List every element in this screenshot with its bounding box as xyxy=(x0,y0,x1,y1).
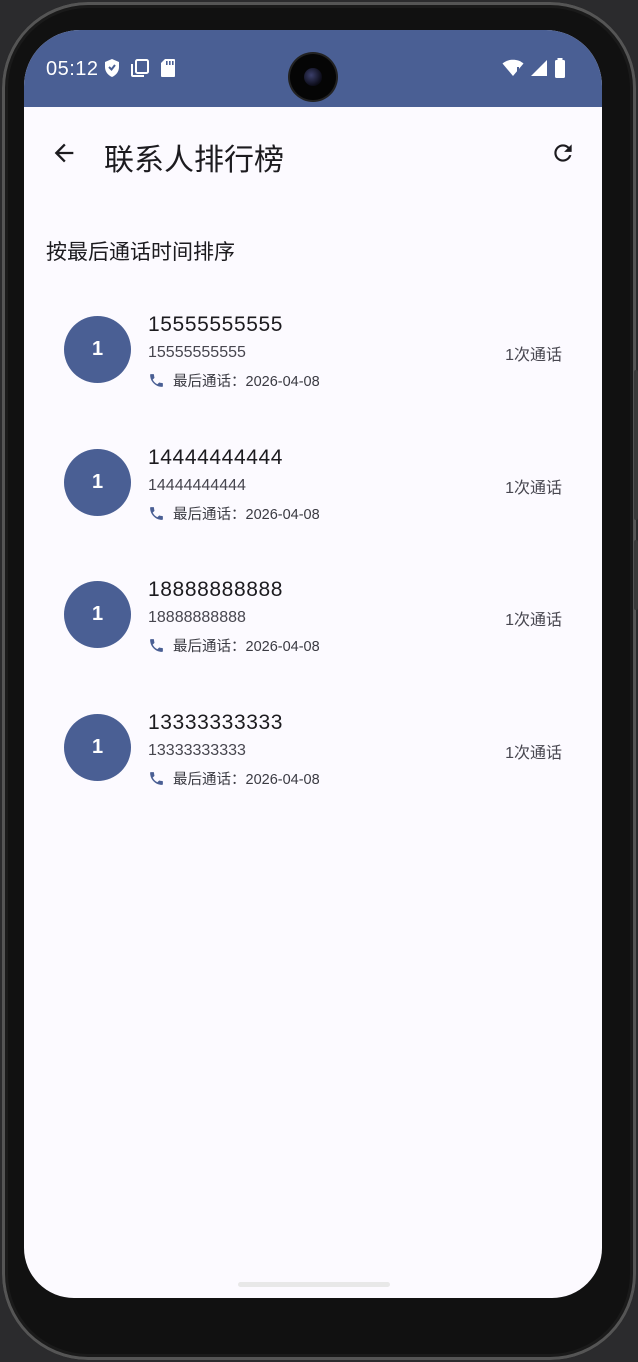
contact-number: 14444444444 xyxy=(148,476,246,494)
page-title: 联系人排行榜 xyxy=(104,144,284,177)
sd-card-icon xyxy=(161,59,175,77)
contact-number: 18888888888 xyxy=(148,609,246,626)
rank-avatar: 1 xyxy=(64,581,131,648)
phone-icon xyxy=(150,771,163,785)
status-bar: 05:12 xyxy=(24,30,602,107)
shield-icon xyxy=(105,59,119,77)
last-call-text: 最后通话：2026-04-08 xyxy=(173,639,320,655)
wifi-icon xyxy=(502,59,524,76)
contact-name: 13333333333 xyxy=(148,710,284,734)
rank-avatar: 1 xyxy=(64,448,131,516)
battery-icon xyxy=(555,58,565,78)
contact-name: 18888888888 xyxy=(148,578,284,601)
call-count: 1次通话 xyxy=(505,744,562,762)
phone-icon xyxy=(150,374,163,387)
volume-button xyxy=(634,370,638,520)
status-icons-right xyxy=(502,58,566,78)
contact-number: 13333333333 xyxy=(148,741,246,759)
rank-avatar: 1 xyxy=(64,316,131,383)
call-count: 1次通话 xyxy=(505,347,562,364)
last-call-row: 最后通话：2026-04-08 xyxy=(148,768,320,789)
list-item[interactable]: 1 13333333333 13333333333 最后通话：2026-04-0… xyxy=(24,698,602,831)
list-item[interactable]: 1 18888888888 18888888888 最后通话：2026-04-0… xyxy=(24,565,602,698)
status-time: 05:12 xyxy=(46,58,99,80)
power-button xyxy=(634,540,638,610)
phone-icon xyxy=(150,506,163,520)
list-item[interactable]: 1 14444444444 14444444444 最后通话：2026-04-0… xyxy=(24,433,602,566)
arrow-back-icon[interactable] xyxy=(50,139,78,167)
section-title: 按最后通话时间排序 xyxy=(46,241,235,264)
copy-icon xyxy=(131,59,149,77)
last-call-text: 最后通话：2026-04-08 xyxy=(173,506,320,523)
contact-list: 1 15555555555 15555555555 最后通话：2026-04-0… xyxy=(24,300,602,830)
last-call-row: 最后通话：2026-04-08 xyxy=(148,503,320,524)
last-call-text: 最后通话：2026-04-08 xyxy=(173,771,320,788)
contact-name: 15555555555 xyxy=(148,313,284,336)
gesture-nav-bar[interactable] xyxy=(238,1282,390,1287)
rank-avatar: 1 xyxy=(64,713,131,781)
list-item[interactable]: 1 15555555555 15555555555 最后通话：2026-04-0… xyxy=(24,300,602,433)
call-count: 1次通话 xyxy=(505,479,562,497)
phone-icon xyxy=(150,639,163,652)
contact-number: 15555555555 xyxy=(148,344,246,361)
last-call-row: 最后通话：2026-04-08 xyxy=(148,635,320,656)
signal-icon xyxy=(531,60,547,76)
contact-name: 14444444444 xyxy=(148,445,284,469)
screen: 05:12 联系人排行榜 按最后通话时间排序 1 15555555555 155… xyxy=(24,30,602,1298)
camera-cutout xyxy=(290,54,336,100)
last-call-text: 最后通话：2026-04-08 xyxy=(173,374,320,390)
app-bar: 联系人排行榜 xyxy=(24,107,602,197)
refresh-icon[interactable] xyxy=(550,140,576,166)
status-icons-left xyxy=(104,58,176,78)
call-count: 1次通话 xyxy=(505,612,562,629)
last-call-row: 最后通话：2026-04-08 xyxy=(148,370,320,391)
